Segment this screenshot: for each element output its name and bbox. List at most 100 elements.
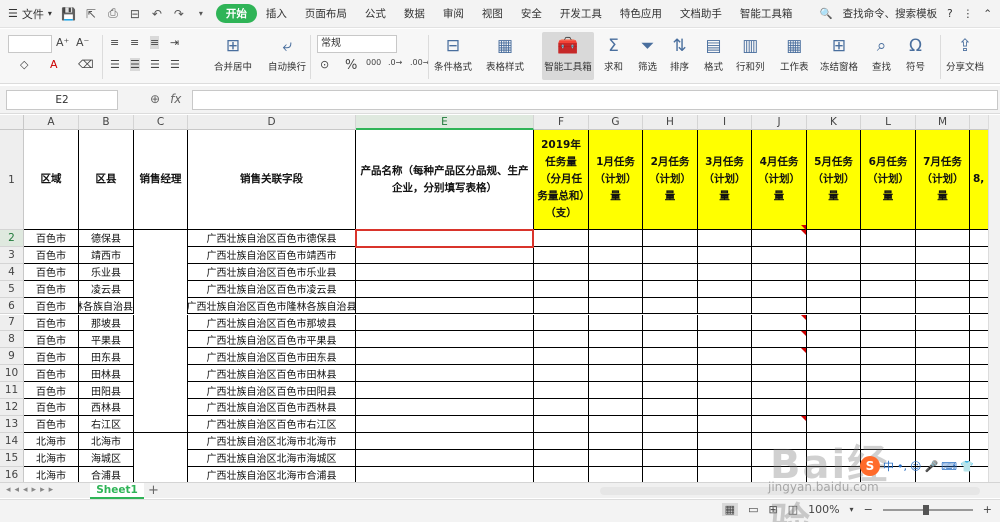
sheet-tab-sheet1[interactable]: Sheet1	[90, 483, 144, 499]
data-cell[interactable]	[698, 415, 752, 433]
cell-region[interactable]: 百色市	[24, 331, 79, 349]
data-cell[interactable]	[807, 382, 861, 399]
ime-mode-icon[interactable]: 中	[883, 458, 894, 474]
column-header[interactable]: I	[698, 115, 752, 130]
column-header[interactable]: L	[861, 115, 916, 130]
fx-icon[interactable]: fx	[170, 92, 181, 106]
data-cell[interactable]	[698, 449, 752, 467]
data-cell[interactable]	[861, 348, 916, 366]
find-button[interactable]: ⌕ 查找	[872, 35, 891, 73]
column-header[interactable]: M	[916, 115, 970, 130]
data-cell[interactable]	[356, 432, 534, 450]
cell-region[interactable]: 百色市	[24, 314, 79, 332]
name-box[interactable]: E2	[6, 90, 118, 110]
more-icon[interactable]: ⋮	[963, 8, 974, 20]
data-cell[interactable]	[589, 365, 643, 383]
row-header[interactable]: 4	[0, 263, 24, 281]
cell-region[interactable]: 北海市	[24, 432, 79, 450]
row-header[interactable]: 12	[0, 399, 24, 416]
column-header[interactable]: K	[807, 115, 861, 130]
data-cell[interactable]	[534, 382, 589, 399]
tab-9[interactable]: 特色应用	[611, 6, 671, 21]
data-cell[interactable]	[807, 263, 861, 281]
cell-manager[interactable]	[134, 365, 188, 383]
data-cell[interactable]	[807, 399, 861, 416]
data-cell[interactable]	[916, 230, 970, 247]
data-cell[interactable]	[698, 466, 752, 482]
column-header[interactable]: C	[134, 115, 188, 130]
cell-field[interactable]: 广西壮族自治区百色市那坡县	[188, 314, 356, 332]
cell-field[interactable]: 广西壮族自治区百色市乐业县	[188, 263, 356, 281]
data-cell[interactable]	[916, 348, 970, 366]
data-cell[interactable]	[643, 466, 698, 482]
header-cell-m7[interactable]: 7月任务（计划）量	[916, 130, 970, 230]
data-cell[interactable]	[861, 331, 916, 349]
tab-0[interactable]: 开始	[215, 4, 257, 23]
header-cell-region[interactable]: 区域	[24, 130, 79, 230]
cell-county[interactable]: 平果县	[79, 331, 134, 349]
data-cell[interactable]	[534, 415, 589, 433]
cell-region[interactable]: 百色市	[24, 365, 79, 383]
column-header[interactable]: J	[752, 115, 807, 130]
data-cell[interactable]	[752, 263, 807, 281]
cell-county[interactable]: 那坡县	[79, 314, 134, 332]
data-cell[interactable]	[356, 449, 534, 467]
data-cell[interactable]	[643, 246, 698, 264]
cell-manager[interactable]	[134, 415, 188, 433]
cell-county[interactable]: 凌云县	[79, 280, 134, 298]
data-cell[interactable]	[752, 415, 807, 433]
align-right-icon[interactable]: ☰	[150, 58, 160, 71]
data-cell[interactable]	[534, 230, 589, 247]
data-cell[interactable]	[356, 399, 534, 416]
tab-8[interactable]: 开发工具	[551, 6, 611, 21]
data-cell[interactable]	[807, 365, 861, 383]
mic-icon[interactable]: 🎤	[924, 460, 938, 473]
row-header[interactable]: 3	[0, 246, 24, 264]
header-cell-m5[interactable]: 5月任务（计划）量	[807, 130, 861, 230]
data-cell[interactable]	[752, 466, 807, 482]
cell-field[interactable]: 广西壮族自治区百色市德保县	[188, 230, 356, 247]
cell-manager[interactable]	[134, 263, 188, 281]
column-header[interactable]: G	[589, 115, 643, 130]
data-cell[interactable]	[698, 382, 752, 399]
data-cell[interactable]	[356, 415, 534, 433]
cell-field[interactable]: 广西壮族自治区百色市田东县	[188, 348, 356, 366]
row-header[interactable]: 2	[0, 230, 24, 247]
cell-county[interactable]: 合浦县	[79, 466, 134, 482]
cell-county[interactable]: 田林县	[79, 365, 134, 383]
data-cell[interactable]	[752, 449, 807, 467]
data-cell[interactable]	[807, 466, 861, 482]
cell-field[interactable]: 广西壮族自治区北海市北海市	[188, 432, 356, 450]
cell-manager[interactable]	[134, 331, 188, 349]
cell-field[interactable]: 广西壮族自治区百色市西林县	[188, 399, 356, 416]
data-cell[interactable]	[589, 246, 643, 264]
data-cell[interactable]	[356, 466, 534, 482]
row-header[interactable]: 11	[0, 382, 24, 399]
data-cell[interactable]	[589, 432, 643, 450]
data-cell[interactable]	[589, 449, 643, 467]
command-search[interactable]: 查找命令、搜索模板	[843, 6, 938, 21]
smart-toolbox-button[interactable]: 🧰 智能工具箱	[542, 32, 594, 80]
row-header[interactable]: 16	[0, 466, 24, 482]
row-header[interactable]: 7	[0, 314, 24, 332]
thousands-icon[interactable]: 000	[366, 58, 381, 67]
redo-icon[interactable]: ↷	[168, 7, 190, 21]
data-cell[interactable]	[589, 314, 643, 332]
cell-field[interactable]: 广西壮族自治区北海市海城区	[188, 449, 356, 467]
data-cell[interactable]	[643, 297, 698, 315]
header-cell-m4[interactable]: 4月任务（计划）量	[752, 130, 807, 230]
data-cell[interactable]	[916, 365, 970, 383]
skin-icon[interactable]: 👕	[960, 460, 974, 473]
tab-11[interactable]: 智能工具箱	[731, 6, 802, 21]
vertical-scrollbar[interactable]	[988, 115, 1000, 482]
data-cell[interactable]	[534, 263, 589, 281]
tab-10[interactable]: 文档助手	[671, 6, 731, 21]
data-cell[interactable]	[643, 432, 698, 450]
decrease-decimal-icon[interactable]: .00→	[410, 58, 429, 67]
indent-icon[interactable]: ⇥	[170, 36, 179, 49]
cell-county[interactable]: 田东县	[79, 348, 134, 366]
cell-manager[interactable]	[134, 314, 188, 332]
data-cell[interactable]	[589, 331, 643, 349]
data-cell[interactable]	[643, 263, 698, 281]
rows-cols-button[interactable]: ▥ 行和列	[736, 35, 765, 73]
